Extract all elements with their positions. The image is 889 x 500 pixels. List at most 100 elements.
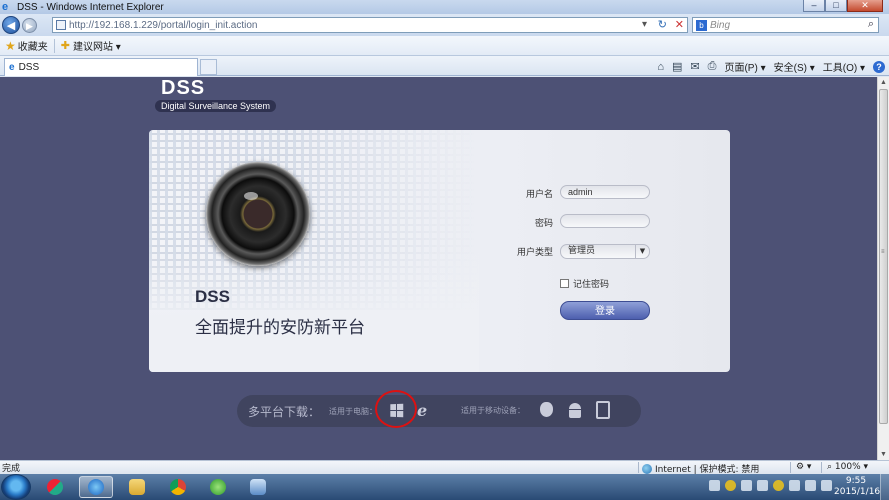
site-logo: DSS [161, 77, 206, 99]
user-type-select[interactable]: 管理员 ▼ [560, 244, 650, 259]
user-type-value: 管理员 [568, 246, 596, 256]
suggested-sites-button[interactable]: 建议网站 ▾ [73, 38, 121, 53]
chrome-icon [170, 479, 186, 495]
address-toolbar: ◀ ▶ http://192.168.1.229/portal/login_in… [0, 14, 889, 36]
password-label: 密码 [534, 219, 553, 229]
ie-logo-icon: e [2, 1, 9, 13]
taskbar-app-chrome[interactable] [161, 476, 195, 498]
favorites-star-icon[interactable]: ★ [5, 39, 16, 53]
ie-icon [88, 479, 104, 495]
status-bar: 完成 Internet | 保护模式: 禁用 ⚙ ▾ ⌕ 100% ▾ [0, 460, 889, 475]
brand-slogan: 全面提升的安防新平台 [195, 318, 365, 338]
globe-icon [642, 463, 652, 474]
messenger-icon [47, 479, 63, 495]
tray-security-icon[interactable] [773, 480, 784, 491]
tablet-download-icon[interactable] [596, 401, 610, 419]
tab-dss[interactable]: e DSS [4, 58, 198, 76]
close-button[interactable]: ✕ [847, 0, 883, 12]
taskbar-app-explorer[interactable] [120, 476, 154, 498]
home-icon[interactable]: ⌂ [657, 61, 664, 73]
page-menu[interactable]: 页面(P) ▾ [724, 59, 765, 74]
search-box[interactable]: b Bing ⌕ [692, 17, 879, 33]
add-favorites-icon[interactable]: ✚ [61, 39, 70, 52]
show-desktop-button[interactable] [880, 474, 889, 500]
status-text: 完成 [2, 464, 21, 474]
user-type-label: 用户类型 [516, 248, 553, 258]
tray-network-icon[interactable] [805, 480, 816, 491]
taskbar-app-browser[interactable] [201, 476, 235, 498]
site-logo-subtitle: Digital Surveillance System [155, 100, 277, 112]
address-bar[interactable]: http://192.168.1.229/portal/login_init.a… [52, 17, 688, 33]
favorites-bar: ★ 收藏夹 ✚ 建议网站 ▾ [0, 36, 889, 56]
scroll-thumb[interactable] [879, 89, 888, 424]
download-mobile-label: 适用于移动设备： [461, 406, 525, 415]
refresh-icon[interactable]: ↻ [658, 18, 667, 31]
vertical-scrollbar[interactable]: ▲ ≡ ▼ [877, 77, 889, 460]
tray-keyboard-icon[interactable] [709, 480, 720, 491]
start-button[interactable] [1, 474, 31, 500]
tools-menu[interactable]: 工具(O) ▾ [823, 59, 865, 74]
taskbar-app-network[interactable] [241, 476, 275, 498]
tray-input-icon[interactable] [741, 480, 752, 491]
page-viewport: DSS Digital Surveillance System DSS 全面提升… [0, 77, 877, 460]
zoom-level[interactable]: ⌕ 100% ▾ [827, 462, 868, 472]
brand-title: DSS [195, 287, 230, 306]
safety-menu[interactable]: 安全(S) ▾ [774, 59, 815, 74]
stop-icon[interactable]: ✕ [675, 18, 684, 31]
highlight-circle [375, 390, 417, 428]
system-tray[interactable] [709, 480, 832, 491]
tray-volume-icon[interactable] [821, 480, 832, 491]
mail-icon[interactable]: ✉ [690, 60, 699, 73]
help-icon[interactable]: ? [873, 60, 885, 73]
maximize-button[interactable]: □ [825, 0, 847, 12]
compatibility-view-icon[interactable]: ▾ [642, 19, 647, 30]
taskbar-app-messenger[interactable] [38, 476, 72, 498]
new-tab-button[interactable] [200, 59, 217, 75]
username-label: 用户名 [525, 190, 553, 200]
download-bar: 多平台下载： 适用于电脑： e 适用于移动设备： [237, 390, 641, 428]
chevron-down-icon[interactable]: ▼ [635, 244, 649, 259]
favorites-button[interactable]: 收藏夹 [18, 38, 48, 53]
divider [53, 38, 55, 53]
window-controls: – □ ✕ [803, 0, 883, 12]
login-button[interactable]: 登录 [560, 301, 650, 320]
camera-lens-icon [206, 162, 310, 266]
command-bar: ⌂ ▤ ✉ ⎙ 页面(P) ▾ 安全(S) ▾ 工具(O) ▾ ? [657, 59, 885, 74]
print-icon[interactable]: ⎙ [708, 60, 717, 73]
forward-button[interactable]: ▶ [22, 17, 37, 33]
search-placeholder[interactable]: Bing [710, 20, 730, 31]
tab-ie-icon: e [9, 62, 15, 73]
taskbar: 9:55 2015/1/16 [0, 474, 889, 500]
ie-download-icon[interactable]: e [417, 401, 427, 420]
scroll-down-icon[interactable]: ▼ [880, 451, 887, 458]
username-input[interactable]: admin [560, 185, 650, 199]
back-button[interactable]: ◀ [2, 16, 20, 34]
password-input[interactable] [560, 214, 650, 228]
remember-label: 记住密码 [573, 280, 610, 290]
tray-arrow-icon[interactable] [757, 480, 768, 491]
feeds-icon[interactable]: ▤ [672, 60, 682, 73]
scroll-up-icon[interactable]: ▲ [880, 79, 887, 86]
minimize-button[interactable]: – [803, 0, 825, 12]
taskbar-clock[interactable]: 9:55 2015/1/16 [834, 476, 881, 498]
window-title: DSS - Windows Internet Explorer [17, 1, 164, 13]
protected-mode-icon[interactable]: ⚙ ▾ [796, 462, 811, 472]
remember-password[interactable]: 记住密码 [560, 277, 609, 290]
clock-time: 9:55 [845, 476, 867, 486]
tray-help-icon[interactable] [725, 480, 736, 491]
green-browser-icon [210, 479, 226, 495]
network-app-icon [250, 479, 266, 495]
page-icon [56, 20, 66, 30]
scroll-grip-icon: ≡ [881, 249, 885, 255]
remember-checkbox[interactable] [560, 279, 569, 288]
login-panel: DSS 全面提升的安防新平台 用户名 admin 密码 用户类型 管理员 ▼ 记… [149, 130, 730, 372]
taskbar-app-ie[interactable] [79, 476, 113, 498]
folder-icon [129, 479, 145, 495]
tray-flag-icon[interactable] [789, 480, 800, 491]
bing-icon: b [696, 19, 707, 31]
search-icon[interactable]: ⌕ [868, 18, 874, 31]
apple-download-icon[interactable] [540, 402, 553, 417]
clock-date: 2015/1/16 [834, 487, 881, 497]
android-download-icon[interactable] [569, 403, 581, 418]
address-url[interactable]: http://192.168.1.229/portal/login_init.a… [69, 20, 257, 31]
